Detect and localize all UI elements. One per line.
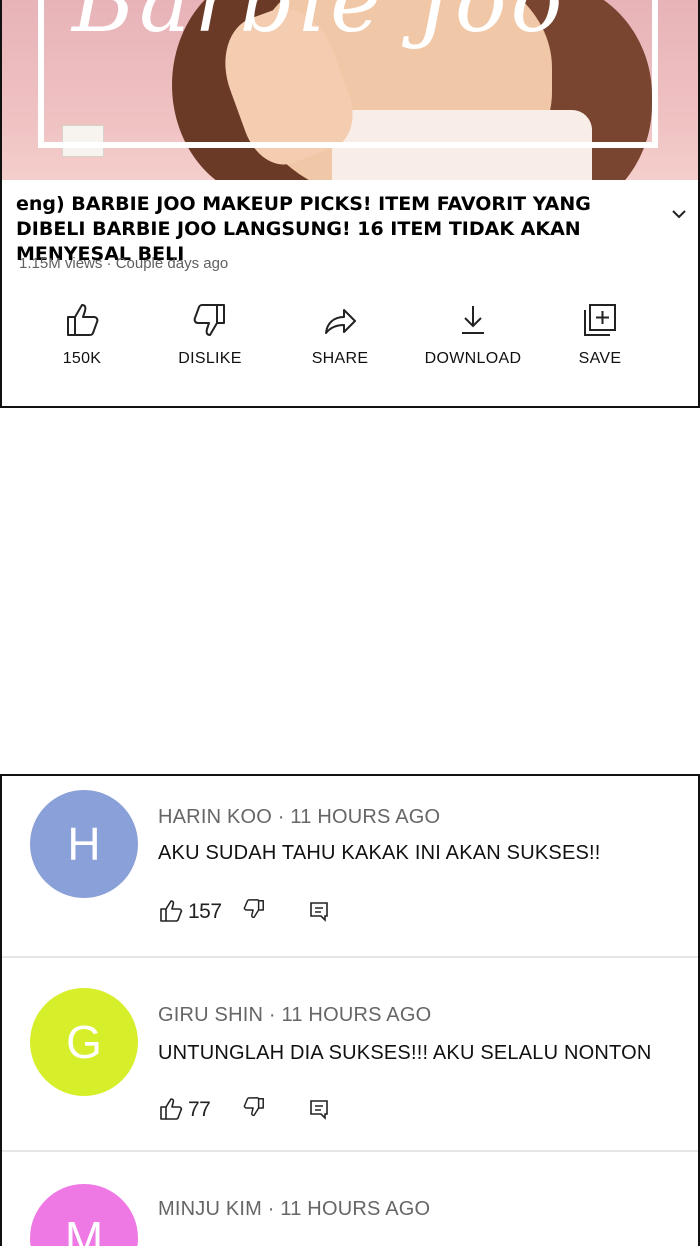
comment-item: M MINJU KIM · 11 HOURS AGO: [2, 1152, 698, 1246]
thumbs-up-icon: [67, 304, 99, 336]
comment-author-time: MINJU KIM · 11 HOURS AGO: [158, 1198, 431, 1220]
comment-author-time: HARIN KOO · 11 HOURS AGO: [158, 806, 441, 828]
thumbs-up-icon[interactable]: [158, 1096, 184, 1122]
video-thumbnail[interactable]: Barbie Joo: [2, 0, 698, 180]
reply-icon[interactable]: [308, 1098, 330, 1120]
comment-actions: 157: [158, 898, 358, 928]
share-icon: [325, 309, 356, 334]
avatar[interactable]: H: [30, 790, 138, 898]
like-button[interactable]: 150K: [46, 300, 118, 368]
download-icon: [462, 306, 484, 334]
action-bar: 150K DISLIKE SHARE DOWNLOAD SAVE: [2, 300, 698, 380]
thumbs-up-icon[interactable]: [158, 898, 184, 924]
reply-icon[interactable]: [308, 900, 330, 922]
dislike-label: DISLIKE: [178, 350, 242, 367]
download-label: DOWNLOAD: [424, 350, 522, 367]
share-label: SHARE: [311, 350, 369, 367]
thumbnail-title-text: Barbie Joo: [72, 0, 567, 52]
comment-author-time: GIRU SHIN · 11 HOURS AGO: [158, 1004, 432, 1026]
download-button[interactable]: DOWNLOAD: [418, 300, 528, 368]
thumbs-down-icon: [193, 304, 225, 336]
thumbs-down-icon[interactable]: [242, 898, 266, 922]
thumbs-down-icon[interactable]: [242, 1096, 266, 1120]
share-button[interactable]: SHARE: [304, 300, 376, 368]
like-count: 157: [188, 900, 222, 923]
comments-panel: H HARIN KOO · 11 HOURS AGO AKU SUDAH TAH…: [0, 774, 700, 1246]
video-meta: 1.15M views · Couple days ago: [19, 255, 229, 272]
chevron-down-icon[interactable]: [669, 204, 689, 224]
like-count: 150K: [62, 350, 102, 367]
comment-item: G GIRU SHIN · 11 HOURS AGO UNTUNGLAH DIA…: [2, 958, 698, 1148]
comment-text: UNTUNGLAH DIA SUKSES!!! AKU SELALU NONTO…: [158, 1042, 652, 1064]
comment-actions: 77: [158, 1096, 358, 1126]
save-button[interactable]: SAVE: [564, 300, 636, 368]
comment-item: H HARIN KOO · 11 HOURS AGO AKU SUDAH TAH…: [2, 776, 698, 956]
avatar[interactable]: G: [30, 988, 138, 1096]
dislike-button[interactable]: DISLIKE: [174, 300, 246, 368]
like-count: 77: [188, 1098, 211, 1121]
save-label: SAVE: [578, 350, 622, 367]
save-playlist-icon: [584, 304, 616, 336]
comment-text: AKU SUDAH TAHU KAKAK INI AKAN SUKSES!!: [158, 842, 601, 864]
avatar[interactable]: M: [30, 1184, 138, 1246]
video-info-panel: Barbie Joo eng) BARBIE JOO MAKEUP PICKS!…: [0, 0, 700, 408]
